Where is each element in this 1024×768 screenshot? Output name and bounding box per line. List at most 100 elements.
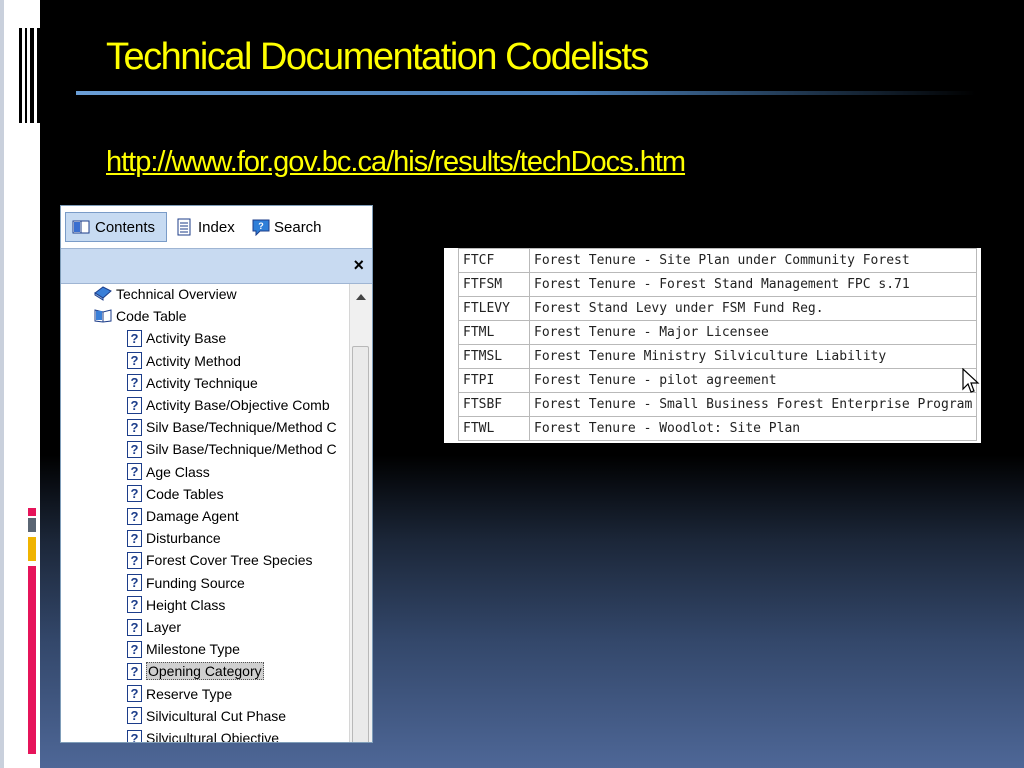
table-row: FTMSL Forest Tenure Ministry Silviculture… (458, 344, 978, 369)
tab-contents-label: Contents (95, 218, 156, 236)
tree-item-label: Activity Technique (146, 374, 258, 391)
help-page-icon: ? (127, 329, 142, 347)
techdocs-link[interactable]: http://www.for.gov.bc.ca/his/results/tec… (106, 146, 686, 179)
code-table-panel: FTCF Forest Tenure - Site Plan under Comm… (444, 248, 981, 443)
help-page-icon: ? (127, 529, 142, 547)
help-page-icon: ? (127, 640, 142, 658)
close-icon[interactable]: × (353, 255, 364, 276)
tree-item[interactable]: ? Disturbance (127, 528, 221, 548)
help-page-icon: ? (127, 596, 142, 614)
description-cell: Forest Tenure - pilot agreement (528, 368, 978, 393)
help-page-icon: ? (127, 507, 142, 525)
code-cell: FTMSL (458, 344, 530, 369)
tree-item-label: Disturbance (146, 530, 221, 547)
accent-yellow (28, 537, 36, 561)
tree-item[interactable]: ? Code Tables (127, 484, 224, 504)
tab-index-label: Index (198, 218, 235, 236)
help-page-icon: ? (127, 551, 142, 569)
help-page-icon: ? (127, 396, 142, 414)
help-page-icon: ? (127, 707, 142, 725)
tree-item-label: Code Table (116, 308, 187, 325)
tree-item-label: Technical Overview (116, 286, 237, 302)
tree-item-label: Silvicultural Objective (146, 730, 280, 743)
accent-red-top (28, 508, 36, 516)
tree-item[interactable]: ? Layer (127, 617, 181, 637)
table-row: FTML Forest Tenure - Major Licensee (458, 320, 978, 345)
tree-item-label: Damage Agent (146, 508, 239, 524)
tree-item[interactable]: ? Forest Cover Tree Species (127, 550, 313, 570)
table-row: FTPI Forest Tenure - pilot agreement (458, 368, 978, 393)
tree-item-label: Code Tables (146, 485, 224, 502)
help-page-icon: ? (127, 463, 142, 481)
help-page-icon: ? (127, 374, 142, 392)
tree-item-label: Milestone Type (146, 641, 240, 658)
description-cell: Forest Tenure - Major Licensee (528, 320, 978, 345)
help-tab-bar: Contents Index ? Search (61, 206, 372, 249)
index-icon (175, 218, 193, 236)
tree-item[interactable]: ? Silv Base/Technique/Method C (127, 417, 337, 437)
tree-item[interactable]: ? Opening Category (127, 661, 264, 681)
tree-item[interactable]: Code Table (93, 306, 187, 326)
book-closed-icon (93, 285, 113, 304)
tree-item[interactable]: ? Funding Source (127, 573, 245, 593)
tree-item-label: Silv Base/Technique/Method C (146, 441, 337, 458)
help-page-icon: ? (127, 729, 142, 742)
tree-item[interactable]: ? Silvicultural Objective (127, 728, 280, 743)
help-page-icon: ? (127, 662, 142, 680)
tree-item-label: Age Class (146, 463, 210, 480)
code-cell: FTSBF (458, 392, 530, 417)
scroll-up-arrow-icon[interactable] (356, 294, 366, 300)
tree-item[interactable]: ? Reserve Type (127, 684, 232, 704)
tree-item-label: Height Class (146, 596, 226, 613)
tree-item-label: Activity Method (146, 352, 241, 369)
tree-item-label: Reserve Type (146, 685, 233, 702)
tree-item[interactable]: ? Height Class (127, 595, 225, 615)
code-cell: FTFSM (458, 272, 530, 297)
help-page-icon: ? (127, 418, 142, 436)
description-cell: Forest Tenure - Woodlot: Site Plan (528, 416, 978, 441)
help-page-icon: ? (127, 352, 142, 370)
tree-item-label: Forest Cover Tree Species (146, 552, 313, 569)
book-open-icon (93, 307, 113, 326)
tree-item-label: Silvicultural Cut Phase (146, 707, 287, 724)
tab-search[interactable]: ? Search (251, 212, 341, 242)
code-cell: FTML (458, 320, 530, 345)
help-page-icon: ? (127, 440, 142, 458)
tree-item[interactable]: ? Activity Technique (127, 373, 258, 393)
tree-item[interactable]: ? Activity Base/Objective Comb (127, 395, 330, 415)
title-rule (76, 91, 976, 95)
tree-item[interactable]: ? Silvicultural Cut Phase (127, 706, 286, 726)
help-navigation-panel: Contents Index ? Search × Technical Over… (60, 205, 373, 743)
tree-scrollbar[interactable] (349, 284, 372, 742)
svg-text:?: ? (258, 221, 264, 231)
tree-item[interactable]: Technical Overview (93, 284, 237, 304)
help-page-icon: ? (127, 574, 142, 592)
table-row: FTCF Forest Tenure - Site Plan under Comm… (458, 248, 978, 273)
table-row: FTFSM Forest Tenure - Forest Stand Manage… (458, 272, 978, 297)
tab-contents[interactable]: Contents (65, 212, 167, 242)
table-row: FTLEVY Forest Stand Levy under FSM Fund R… (458, 296, 978, 321)
tree-item[interactable]: ? Silv Base/Technique/Method C (127, 439, 337, 459)
tree-item[interactable]: ? Damage Agent (127, 506, 239, 526)
code-cell: FTLEVY (458, 296, 530, 321)
code-cell: FTCF (458, 248, 530, 273)
accent-gray (28, 518, 36, 532)
help-page-icon: ? (127, 618, 142, 636)
tree-item[interactable]: ? Age Class (127, 462, 210, 482)
description-cell: Forest Tenure Ministry Silviculture Liab… (528, 344, 978, 369)
tree-item[interactable]: ? Activity Base (127, 328, 226, 348)
tree-item[interactable]: ? Activity Method (127, 351, 241, 371)
tree-item-label: Silv Base/Technique/Method C (146, 419, 337, 436)
code-cell: FTPI (458, 368, 530, 393)
scroll-thumb[interactable] (352, 346, 369, 742)
mouse-cursor-icon (962, 368, 980, 393)
tab-index[interactable]: Index (175, 212, 245, 242)
code-table: FTCF Forest Tenure - Site Plan under Comm… (458, 248, 978, 441)
slide-title: Technical Documentation Codelists (106, 36, 649, 78)
tree-item-label: Activity Base (146, 330, 227, 347)
tree-item[interactable]: ? Milestone Type (127, 639, 240, 659)
tree-item-label: Opening Category (146, 662, 264, 681)
description-cell: Forest Tenure - Forest Stand Management … (528, 272, 978, 297)
contents-tree: Technical Overview Code Table? Activity Ba… (61, 284, 351, 743)
book-icon (72, 218, 90, 236)
